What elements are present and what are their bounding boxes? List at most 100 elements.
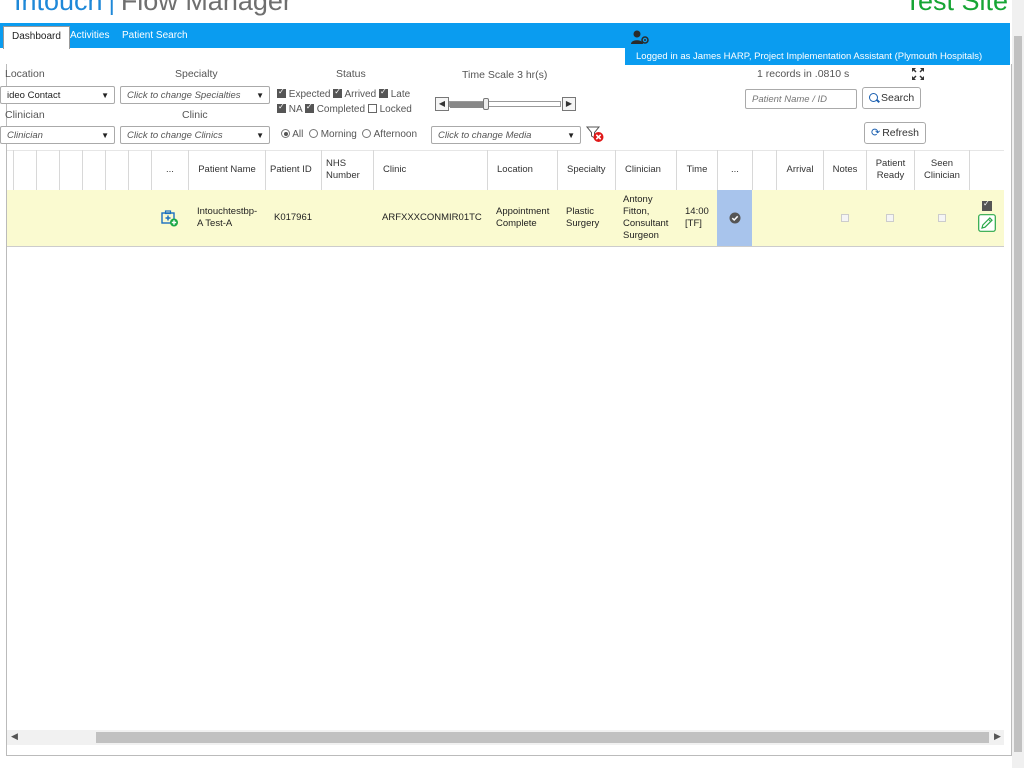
header-nhs-number[interactable]: NHS Number bbox=[321, 150, 373, 190]
search-button-label: Search bbox=[881, 92, 915, 104]
chevron-down-icon: ▼ bbox=[256, 91, 264, 100]
header-notes[interactable]: Notes bbox=[823, 150, 866, 190]
status-late-label: Late bbox=[390, 89, 411, 100]
time-afternoon-radio[interactable] bbox=[362, 129, 372, 138]
timescale-increase-button[interactable]: ▶ bbox=[562, 97, 576, 111]
tab-activities[interactable]: Activities bbox=[62, 28, 117, 48]
cell-clinician: Antony Fitton, Consultant Surgeon bbox=[623, 194, 669, 241]
search-button[interactable]: Search bbox=[862, 87, 922, 109]
clinician-select[interactable]: Clinician ▼ bbox=[0, 126, 115, 144]
header-arrival[interactable]: Arrival bbox=[776, 150, 823, 190]
status-late-checkbox[interactable] bbox=[378, 87, 388, 98]
status-arrived-label: Arrived bbox=[344, 89, 377, 100]
header-blank-col bbox=[36, 150, 59, 190]
cell-notes[interactable] bbox=[823, 190, 866, 246]
scroll-left-arrow-icon[interactable]: ◀ bbox=[11, 731, 18, 742]
status-expected-checkbox[interactable] bbox=[277, 87, 286, 98]
status-locked-label: Locked bbox=[379, 104, 412, 115]
clinic-select[interactable]: Click to change Clinics ▼ bbox=[120, 126, 270, 144]
clinician-label: Clinician bbox=[5, 109, 45, 121]
horizontal-scrollbar-thumb[interactable] bbox=[96, 732, 989, 743]
row-action-cell[interactable] bbox=[151, 190, 188, 246]
chevron-down-icon: ▼ bbox=[101, 131, 109, 140]
edit-pencil-icon[interactable] bbox=[978, 214, 996, 232]
row-select-checkbox-box[interactable] bbox=[982, 199, 992, 211]
clinician-select-value: Clinician bbox=[7, 130, 43, 141]
header-patient-id[interactable]: Patient ID bbox=[265, 150, 321, 190]
specialty-select[interactable]: Click to change Specialties ▼ bbox=[120, 86, 270, 104]
timescale-decrease-button[interactable]: ◀ bbox=[435, 97, 449, 111]
scroll-right-arrow-icon[interactable]: ▶ bbox=[994, 731, 1001, 742]
timescale-label: Time Scale 3 hr(s) bbox=[462, 69, 547, 81]
chevron-down-icon: ▼ bbox=[101, 91, 109, 100]
timescale-slider-track[interactable] bbox=[449, 101, 561, 108]
patient-search-input[interactable] bbox=[745, 89, 857, 109]
header-seen-clinician[interactable]: Seen Clinician bbox=[914, 150, 969, 190]
tab-dashboard[interactable]: Dashboard bbox=[3, 26, 70, 49]
status-locked-checkbox[interactable] bbox=[367, 104, 377, 113]
location-select[interactable]: ideo Contact ▼ bbox=[0, 86, 115, 104]
cell-location: Appointment Complete bbox=[496, 206, 550, 229]
timescale-slider-handle[interactable] bbox=[483, 98, 489, 110]
user-gear-icon[interactable] bbox=[630, 29, 650, 45]
patient-ready-checkbox[interactable] bbox=[886, 214, 894, 222]
header-clinician[interactable]: Clinician bbox=[615, 150, 676, 190]
frame-bottom-border bbox=[6, 755, 1011, 756]
header-clinic[interactable]: Clinic bbox=[373, 150, 487, 190]
notes-checkbox[interactable] bbox=[840, 214, 849, 222]
time-all-label: All bbox=[292, 129, 304, 140]
header-blank-col bbox=[969, 150, 1004, 190]
header-patient-ready[interactable]: Patient Ready bbox=[866, 150, 914, 190]
cell-nhs-number bbox=[321, 190, 373, 246]
seen-clinician-checkbox[interactable] bbox=[937, 214, 946, 222]
records-count: 1 records in .0810 s bbox=[757, 68, 850, 80]
row-select-checkbox[interactable] bbox=[982, 199, 992, 213]
cell-seen-clinician[interactable] bbox=[914, 190, 969, 246]
chevron-down-icon: ▼ bbox=[256, 131, 264, 140]
cell-patient-ready[interactable] bbox=[866, 190, 914, 246]
header-patient-name[interactable]: Patient Name bbox=[188, 150, 265, 190]
filter-clear-icon[interactable] bbox=[586, 126, 605, 144]
clinic-select-placeholder: Click to change Clinics bbox=[127, 130, 223, 141]
header-blank-col bbox=[128, 150, 151, 190]
refresh-icon: ⟳ bbox=[871, 127, 881, 139]
status-label: Status bbox=[336, 68, 366, 80]
status-completed-label: Completed bbox=[316, 104, 366, 115]
tab-patient-search[interactable]: Patient Search bbox=[114, 28, 196, 48]
refresh-button[interactable]: ⟳ Refresh bbox=[864, 122, 926, 144]
header-time[interactable]: Time bbox=[676, 150, 717, 190]
header-blank-col bbox=[13, 150, 36, 190]
cell-patient-name[interactable]: Intouchtestbp-A Test-A bbox=[188, 190, 265, 246]
status-na-checkbox[interactable] bbox=[277, 102, 286, 113]
media-select-placeholder: Click to change Media bbox=[438, 130, 532, 141]
status-completed-checkbox[interactable] bbox=[304, 102, 314, 113]
specialty-label: Specialty bbox=[175, 68, 218, 80]
time-of-day-radios: All Morning Afternoon bbox=[281, 129, 417, 140]
clinic-label: Clinic bbox=[182, 109, 208, 121]
cell-specialty: Plastic Surgery bbox=[566, 206, 600, 229]
cell-clinic: ARFXXXCONMIR01TC bbox=[382, 212, 482, 223]
brand-separator: | bbox=[108, 0, 115, 16]
status-checkboxes-row2: NA Completed Locked bbox=[277, 102, 412, 115]
header-blank-col bbox=[752, 150, 776, 190]
header-more[interactable]: ... bbox=[151, 150, 188, 190]
login-text: Logged in as James HARP, Project Impleme… bbox=[636, 51, 983, 62]
site-label: Test Site bbox=[904, 0, 1008, 16]
time-all-radio[interactable] bbox=[281, 129, 290, 138]
cell-status[interactable] bbox=[717, 190, 752, 246]
header-status-more[interactable]: ... bbox=[717, 150, 752, 190]
fullscreen-icon[interactable] bbox=[912, 68, 924, 80]
specialty-select-placeholder: Click to change Specialties bbox=[127, 90, 241, 101]
app-logo: Intouch | Flow Manager bbox=[14, 0, 292, 17]
search-icon bbox=[869, 93, 880, 103]
vertical-scrollbar-thumb[interactable] bbox=[1014, 36, 1022, 752]
media-select[interactable]: Click to change Media ▼ bbox=[431, 126, 581, 144]
add-medical-record-icon[interactable] bbox=[160, 209, 179, 227]
status-arrived-checkbox[interactable] bbox=[333, 87, 343, 98]
header-specialty[interactable]: Specialty bbox=[557, 150, 615, 190]
header-location[interactable]: Location bbox=[487, 150, 557, 190]
time-morning-radio[interactable] bbox=[308, 129, 318, 138]
timescale-unit: hr(s) bbox=[525, 69, 548, 81]
header-blank-col bbox=[59, 150, 82, 190]
brand-name: Intouch bbox=[14, 0, 103, 16]
